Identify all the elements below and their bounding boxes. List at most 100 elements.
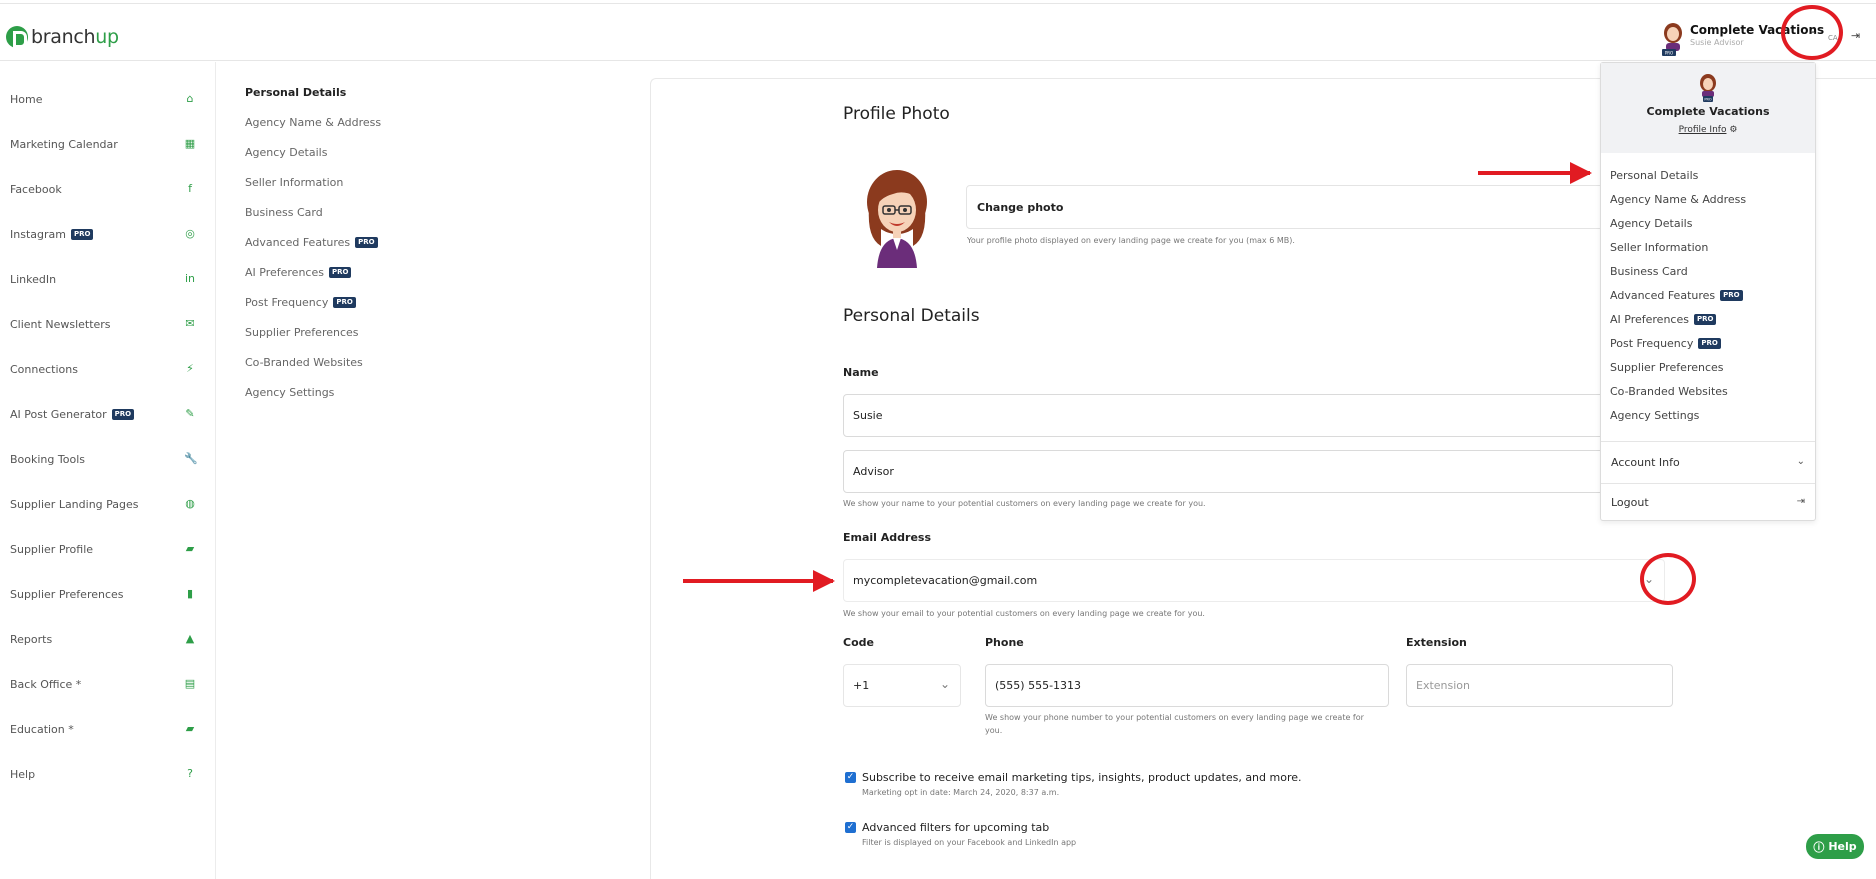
user-avatar[interactable]: PRO xyxy=(1660,21,1686,57)
dropdown-item-label: Co-Branded Websites xyxy=(1610,385,1728,398)
subnav-item-label: Agency Details xyxy=(245,146,328,159)
sidebar-item[interactable]: Home ⌂ xyxy=(0,84,216,114)
extension-field[interactable]: Extension xyxy=(1406,664,1673,707)
svg-text:PRO: PRO xyxy=(1704,98,1712,102)
sidebar-item[interactable]: Supplier Landing Pages ◍ xyxy=(0,489,216,519)
subscribe-checkbox[interactable]: ✓ xyxy=(845,772,856,783)
account-dropdown: PRO Complete Vacations Profile Info ⚙ Pe… xyxy=(1600,62,1816,521)
email-help-text: We show your email to your potential cus… xyxy=(843,609,1205,618)
subnav-item[interactable]: Business Card xyxy=(245,206,323,219)
subnav-item[interactable]: Advanced Features PRO xyxy=(245,236,378,249)
subnav-item-label: Seller Information xyxy=(245,176,344,189)
annotation-circle xyxy=(1640,553,1696,605)
help-button[interactable]: ⓘ Help xyxy=(1806,834,1864,859)
book-icon: ▰ xyxy=(185,722,195,735)
code-label: Code xyxy=(843,636,874,649)
chevron-down-icon: ⌄ xyxy=(939,677,950,691)
subnav-item[interactable]: Agency Settings xyxy=(245,386,334,399)
subnav-item-label: Supplier Preferences xyxy=(245,326,359,339)
sidebar-item[interactable]: Booking Tools 🔧 xyxy=(0,444,216,474)
country-code-select[interactable]: +1 ⌄ xyxy=(843,664,961,707)
dropdown-item-label: Agency Details xyxy=(1610,217,1693,230)
dropdown-item-label: AI Preferences xyxy=(1610,313,1689,326)
sidebar-item[interactable]: Supplier Preferences ▮ xyxy=(0,579,216,609)
dropdown-item[interactable]: Advanced Features PRO xyxy=(1610,289,1743,302)
dropdown-item[interactable]: Personal Details xyxy=(1610,169,1698,182)
subnav-item[interactable]: Co-Branded Websites xyxy=(245,356,363,369)
logo-mark-icon xyxy=(6,26,28,48)
sidebar-item[interactable]: AI Post Generator PRO ✎ xyxy=(0,399,216,429)
pro-badge: PRO xyxy=(1720,290,1743,301)
subnav-item[interactable]: Agency Name & Address xyxy=(245,116,381,129)
subscribe-label: Subscribe to receive email marketing tip… xyxy=(862,771,1302,784)
sidebar-item[interactable]: Reports ▲ xyxy=(0,624,216,654)
subnav-item[interactable]: AI Preferences PRO xyxy=(245,266,352,279)
annotation-arrow xyxy=(1478,162,1592,184)
top-bar: branchup PRO Complete Vacations Susie Ad… xyxy=(0,3,1876,61)
sidebar-item-label: Marketing Calendar xyxy=(10,137,118,151)
sidebar-item-label: Back Office * xyxy=(10,677,82,691)
sidebar-item[interactable]: Instagram PRO ◎ xyxy=(0,219,216,249)
dropdown-item[interactable]: Co-Branded Websites xyxy=(1610,385,1728,398)
filters-checkbox[interactable]: ✓ xyxy=(845,822,856,833)
dropdown-item[interactable]: Agency Details xyxy=(1610,217,1692,230)
subnav-item[interactable]: Agency Details xyxy=(245,146,327,159)
sidebar-item[interactable]: Connections ⚡ xyxy=(0,354,216,384)
first-name-field[interactable]: Susie xyxy=(843,394,1647,437)
dropdown-item[interactable]: Agency Settings xyxy=(1610,409,1699,422)
sidebar-item-label: LinkedIn xyxy=(10,272,57,286)
book-icon: ▰ xyxy=(185,542,195,555)
edit-icon: ✎ xyxy=(185,407,195,420)
sidebar-item-label: Supplier Landing Pages xyxy=(10,497,139,511)
sidebar-item[interactable]: Help? xyxy=(0,759,216,789)
last-name-field[interactable]: Advisor xyxy=(843,450,1647,493)
subnav-item[interactable]: Post Frequency PRO xyxy=(245,296,356,309)
dropdown-item[interactable]: Business Card xyxy=(1610,265,1688,278)
branchup-logo[interactable]: branchup xyxy=(6,24,119,50)
subnav-item-label: Personal Details xyxy=(245,86,347,99)
dropdown-item[interactable]: AI Preferences PRO xyxy=(1610,313,1717,326)
phone-field[interactable]: (555) 555-1313 xyxy=(985,664,1389,707)
dropdown-item-label: Business Card xyxy=(1610,265,1688,278)
dropdown-avatar: PRO xyxy=(1700,74,1716,102)
dropdown-divider xyxy=(1601,483,1815,484)
pro-badge: PRO xyxy=(70,228,94,240)
account-info-toggle[interactable]: Account Info ⌄ xyxy=(1611,456,1805,469)
annotation-circle xyxy=(1781,5,1843,60)
sidebar-item[interactable]: Supplier Profile ▰ xyxy=(0,534,216,564)
sidebar-item[interactable]: Education * ▰ xyxy=(0,714,216,744)
logout-button[interactable]: Logout ⇥ xyxy=(1611,496,1805,509)
dropdown-item[interactable]: Agency Name & Address xyxy=(1610,193,1746,206)
sidebar-item[interactable]: Marketing Calendar ▦ xyxy=(0,129,216,159)
sidebar-item[interactable]: LinkedIn in xyxy=(0,264,216,294)
dropdown-divider xyxy=(1601,441,1815,442)
instagram-icon: ◎ xyxy=(185,227,195,240)
dropdown-item[interactable]: Seller Information xyxy=(1610,241,1708,254)
email-label: Email Address xyxy=(843,531,932,544)
dropdown-item-label: Seller Information xyxy=(1610,241,1709,254)
sidebar-item[interactable]: Facebook f xyxy=(0,174,216,204)
globe-icon: ◍ xyxy=(185,497,195,510)
sidebar: Home ⌂ Marketing Calendar ▦ Facebook f Instagr… xyxy=(0,62,216,879)
subnav-item[interactable]: Seller Information xyxy=(245,176,343,189)
phone-label: Phone xyxy=(985,636,1024,649)
extension-label: Extension xyxy=(1406,636,1467,649)
subnav-item-label: Advanced Features xyxy=(245,236,351,249)
email-field[interactable]: mycompletevacation@gmail.com ⌄ xyxy=(843,559,1665,602)
header-user-role: Susie Advisor xyxy=(1690,38,1744,47)
filters-label: Advanced filters for upcoming tab xyxy=(862,821,1050,834)
change-photo-button[interactable]: Change photo xyxy=(966,185,1626,229)
sidebar-item[interactable]: Client Newsletters ✉ xyxy=(0,309,216,339)
dropdown-item-label: Agency Settings xyxy=(1610,409,1700,422)
phone-help-text: We show your phone number to your potent… xyxy=(985,713,1364,722)
dropdown-item[interactable]: Post Frequency PRO xyxy=(1610,337,1721,350)
sidebar-item[interactable]: Back Office * ▤ xyxy=(0,669,216,699)
dropdown-item-label: Advanced Features xyxy=(1610,289,1716,302)
logout-icon[interactable]: ⇥ xyxy=(1851,29,1860,42)
subnav-item[interactable]: Personal Details xyxy=(245,86,346,99)
profile-info-link[interactable]: Profile Info ⚙ xyxy=(1601,125,1815,135)
dropdown-item[interactable]: Supplier Preferences xyxy=(1610,361,1724,374)
subnav-item-label: Co-Branded Websites xyxy=(245,356,363,369)
filters-sub: Filter is displayed on your Facebook and… xyxy=(862,838,1077,847)
subnav-item[interactable]: Supplier Preferences xyxy=(245,326,359,339)
